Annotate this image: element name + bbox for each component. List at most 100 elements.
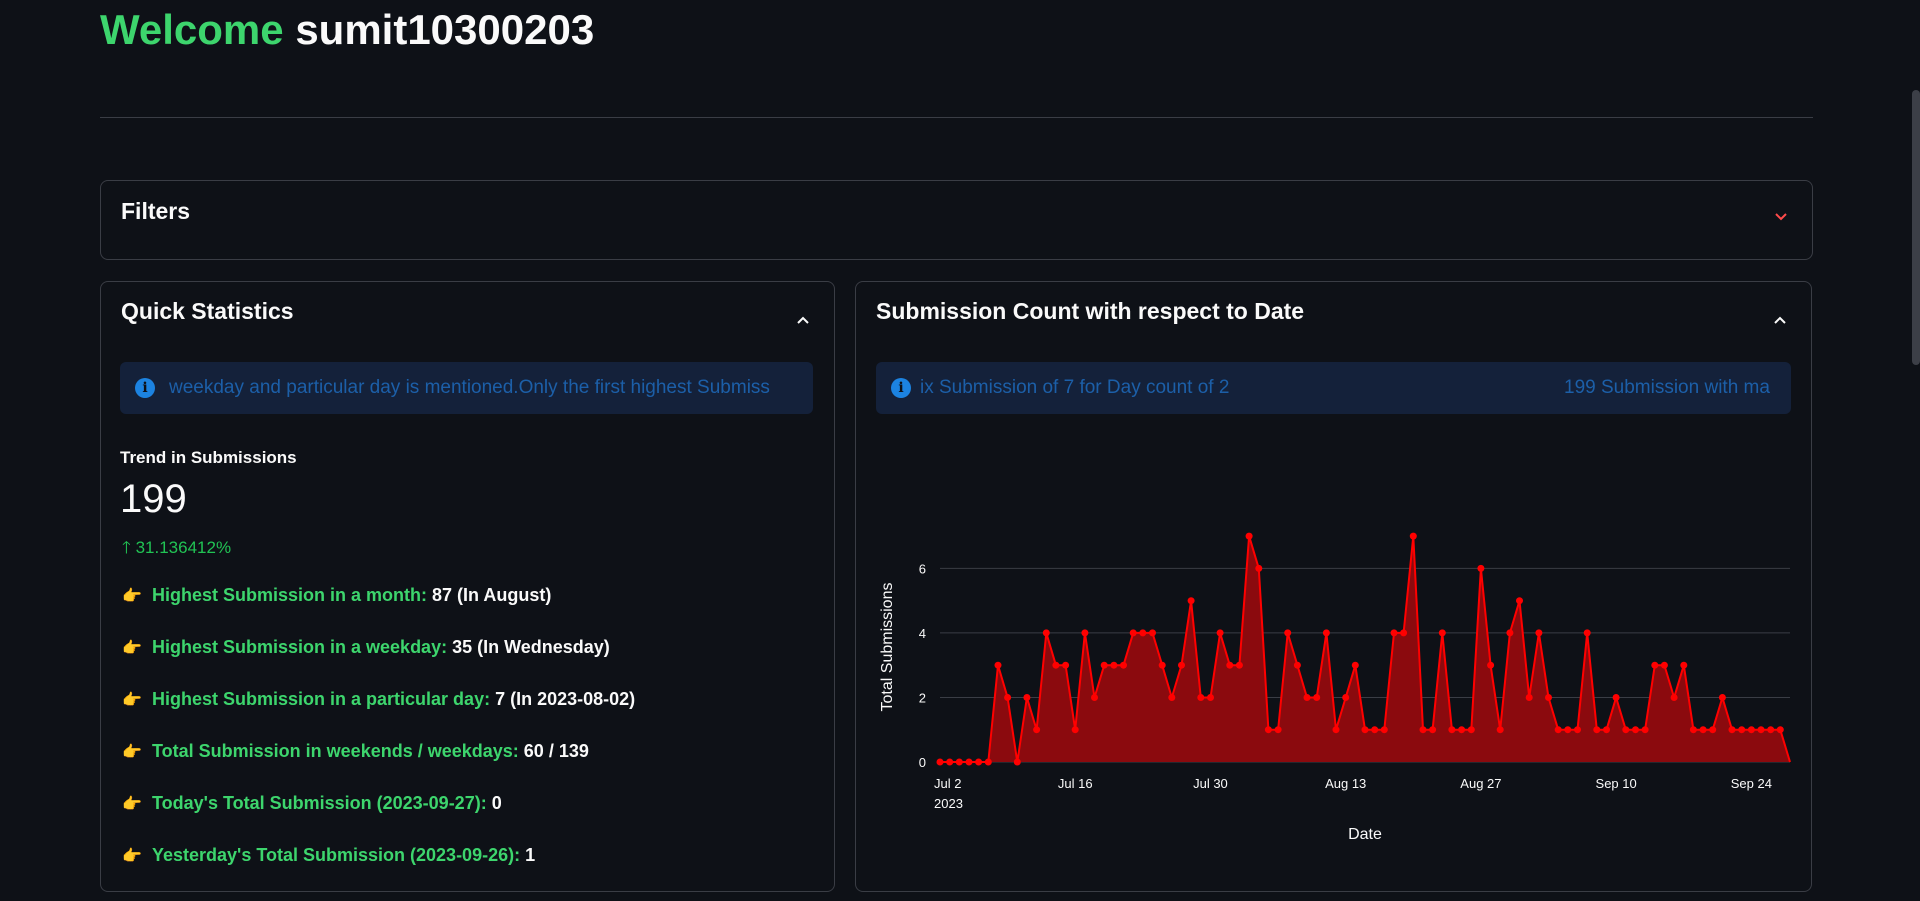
data-point[interactable] xyxy=(1322,629,1330,637)
data-point[interactable] xyxy=(1342,694,1350,701)
data-point[interactable] xyxy=(1149,629,1156,637)
data-point[interactable] xyxy=(1081,629,1089,637)
page-scrollbar[interactable] xyxy=(1912,90,1920,365)
chart-info-alert: i ix Submission of 7 for Day count of 2 … xyxy=(876,362,1791,414)
data-point[interactable] xyxy=(936,758,944,766)
chevron-down-icon[interactable] xyxy=(1774,212,1788,222)
data-point[interactable] xyxy=(1013,758,1021,766)
data-point[interactable] xyxy=(1100,661,1108,669)
data-point[interactable] xyxy=(1400,629,1408,637)
x-tick-label: Sep 10 xyxy=(1596,776,1637,791)
data-point[interactable] xyxy=(965,758,973,766)
data-point[interactable] xyxy=(1390,629,1398,637)
data-point[interactable] xyxy=(1680,661,1688,669)
data-point[interactable] xyxy=(1216,629,1224,637)
data-point[interactable] xyxy=(1458,726,1466,734)
data-point[interactable] xyxy=(1641,726,1649,734)
data-point[interactable] xyxy=(1187,597,1195,605)
data-point[interactable] xyxy=(1120,661,1127,669)
data-point[interactable] xyxy=(1091,694,1098,701)
data-point[interactable] xyxy=(1293,661,1301,669)
data-point[interactable] xyxy=(1303,694,1311,701)
data-point[interactable] xyxy=(1033,726,1041,734)
submission-chart-title[interactable]: Submission Count with respect to Date xyxy=(876,298,1304,325)
data-point[interactable] xyxy=(1612,694,1620,701)
data-point[interactable] xyxy=(1525,694,1533,701)
data-point[interactable] xyxy=(1554,726,1562,734)
data-point[interactable] xyxy=(1593,726,1601,734)
data-point[interactable] xyxy=(1351,661,1359,669)
data-point[interactable] xyxy=(1438,629,1446,637)
data-point[interactable] xyxy=(1380,726,1388,734)
data-point[interactable] xyxy=(1728,726,1736,734)
data-point[interactable] xyxy=(946,758,954,766)
data-point[interactable] xyxy=(1004,694,1012,701)
pointing-hand-icon: 👉 xyxy=(122,692,142,709)
data-point[interactable] xyxy=(1139,629,1147,637)
data-point[interactable] xyxy=(1747,726,1755,734)
data-point[interactable] xyxy=(1361,726,1369,734)
data-point[interactable] xyxy=(1168,694,1176,701)
data-point[interactable] xyxy=(1496,726,1504,734)
data-point[interactable] xyxy=(1178,661,1185,669)
data-point[interactable] xyxy=(1235,661,1243,669)
filters-expander[interactable]: Filters xyxy=(100,180,1813,260)
chevron-up-icon[interactable] xyxy=(1773,315,1787,325)
data-point[interactable] xyxy=(1603,726,1610,734)
data-point[interactable] xyxy=(1516,597,1523,605)
data-point[interactable] xyxy=(1129,629,1137,637)
data-point[interactable] xyxy=(1487,661,1495,669)
data-point[interactable] xyxy=(975,758,983,766)
data-point[interactable] xyxy=(1757,726,1765,734)
data-point[interactable] xyxy=(1622,726,1630,734)
data-point[interactable] xyxy=(1545,694,1552,701)
data-point[interactable] xyxy=(1419,726,1427,734)
data-point[interactable] xyxy=(1632,726,1639,734)
data-point[interactable] xyxy=(1564,726,1572,734)
page-title: Welcome sumit10300203 xyxy=(100,6,594,54)
data-point[interactable] xyxy=(1042,629,1050,637)
data-point[interactable] xyxy=(1660,661,1668,669)
data-point[interactable] xyxy=(955,758,963,766)
data-point[interactable] xyxy=(1255,564,1263,572)
data-point[interactable] xyxy=(1158,661,1166,669)
data-point[interactable] xyxy=(1197,694,1205,701)
data-point[interactable] xyxy=(1245,532,1253,540)
data-point[interactable] xyxy=(994,661,1002,669)
data-point[interactable] xyxy=(1023,694,1031,701)
chevron-up-icon[interactable] xyxy=(796,315,810,325)
data-point[interactable] xyxy=(1264,726,1272,734)
data-point[interactable] xyxy=(1709,726,1717,734)
data-point[interactable] xyxy=(1506,629,1514,637)
data-point[interactable] xyxy=(1583,629,1591,637)
data-point[interactable] xyxy=(1767,726,1775,734)
data-point[interactable] xyxy=(1699,726,1707,734)
data-point[interactable] xyxy=(1284,629,1292,637)
data-point[interactable] xyxy=(1313,694,1321,701)
data-point[interactable] xyxy=(1226,661,1234,669)
data-point[interactable] xyxy=(1670,694,1678,701)
data-point[interactable] xyxy=(1776,726,1784,734)
data-point[interactable] xyxy=(1574,726,1581,734)
data-point[interactable] xyxy=(1448,726,1456,734)
data-point[interactable] xyxy=(984,758,992,766)
data-point[interactable] xyxy=(1429,726,1437,734)
data-point[interactable] xyxy=(1274,726,1282,734)
data-point[interactable] xyxy=(1467,726,1475,734)
data-point[interactable] xyxy=(1371,726,1379,734)
data-point[interactable] xyxy=(1477,564,1485,572)
data-point[interactable] xyxy=(1332,726,1340,734)
data-point[interactable] xyxy=(1052,661,1060,669)
data-point[interactable] xyxy=(1535,629,1543,637)
data-point[interactable] xyxy=(1738,726,1746,734)
data-point[interactable] xyxy=(1207,694,1214,701)
data-point[interactable] xyxy=(1718,694,1726,701)
data-point[interactable] xyxy=(1062,661,1070,669)
quick-statistics-title[interactable]: Quick Statistics xyxy=(121,298,294,325)
data-point[interactable] xyxy=(1689,726,1697,734)
stat-label: Yesterday's Total Submission (2023-09-26… xyxy=(152,845,521,865)
data-point[interactable] xyxy=(1409,532,1417,540)
data-point[interactable] xyxy=(1110,661,1118,669)
data-point[interactable] xyxy=(1071,726,1079,734)
data-point[interactable] xyxy=(1651,661,1659,669)
